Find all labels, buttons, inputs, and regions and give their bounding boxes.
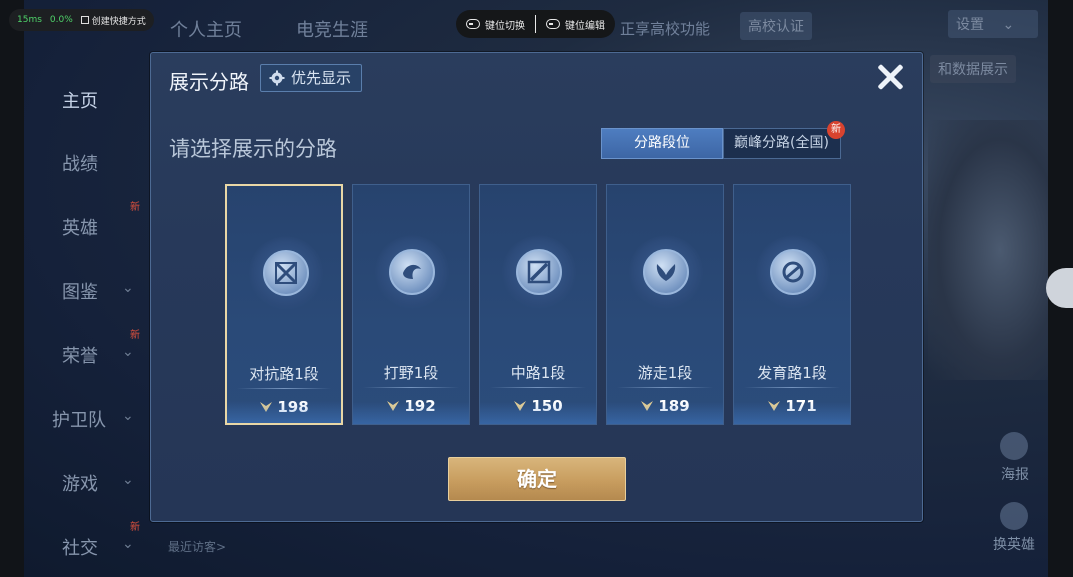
lane-card-farm[interactable]: 发育路1段 171 — [733, 184, 851, 425]
new-badge: 新 — [827, 121, 845, 139]
tab-peak-lane-label: 巅峰分路(全国) — [734, 135, 829, 151]
dialog-subtitle: 请选择展示的分路 — [169, 137, 337, 161]
shortcut-icon — [80, 16, 89, 24]
key-edit-button[interactable]: 键位编辑 — [546, 17, 605, 32]
lane-card-list: 对抗路1段 198 打野1段 192 中路1 — [225, 184, 851, 425]
key-switch-button[interactable]: 键位切换 — [466, 17, 525, 32]
tab-lane-rank[interactable]: 分路段位 — [601, 128, 723, 159]
poster-icon[interactable] — [1000, 432, 1028, 460]
side-item-record[interactable]: 战绩 — [62, 150, 98, 176]
card-label: 中路1段 — [510, 364, 566, 382]
side-item-gallery[interactable]: 图鉴 — [62, 278, 98, 304]
new-badge: 新 — [130, 522, 140, 533]
gamepad-icon — [466, 19, 480, 29]
swap-hero-icon[interactable] — [1000, 502, 1028, 530]
hero-artwork — [928, 120, 1048, 380]
lane-card-clash[interactable]: 对抗路1段 198 — [225, 184, 343, 425]
loss-percent: 0.0% — [49, 15, 73, 25]
side-item-heroes[interactable]: 英雄 — [62, 214, 98, 240]
lane-card-roam[interactable]: 游走1段 189 — [606, 184, 724, 425]
side-item-social[interactable]: 社交 — [62, 534, 98, 560]
tab-peak-lane[interactable]: 巅峰分路(全国) 新 — [723, 121, 845, 159]
divider — [363, 387, 459, 388]
divider — [535, 15, 536, 33]
farm-lane-icon — [756, 235, 830, 309]
settings-label: 设置 — [956, 17, 984, 33]
segment-control: 分路段位 巅峰分路(全国) 新 — [601, 121, 845, 159]
card-label: 对抗路1段 — [249, 365, 319, 383]
close-icon[interactable] — [874, 61, 906, 93]
priority-display-label: 优先显示 — [291, 69, 352, 87]
swap-hero-label: 换英雄 — [993, 537, 1035, 553]
chevron-down-icon: ⌄ — [122, 472, 134, 488]
lane-card-jungle[interactable]: 打野1段 192 — [352, 184, 470, 425]
priority-display-button[interactable]: 优先显示 — [260, 64, 363, 92]
performance-overlay: 15ms 0.0% 创建快捷方式 — [9, 9, 154, 31]
gear-icon — [269, 70, 285, 86]
card-label: 打野1段 — [383, 364, 439, 382]
dialog-title: 展示分路 — [169, 70, 249, 94]
settings-button[interactable]: 设置 ⌄ — [948, 10, 1038, 38]
chevron-down-icon: ⌄ — [1002, 17, 1015, 33]
data-display-button[interactable]: 和数据展示 — [930, 55, 1016, 83]
tab-esports-career[interactable]: 电竞生涯 — [296, 16, 368, 42]
shortcut-link[interactable]: 创建快捷方式 — [80, 14, 146, 27]
chevron-down-icon: ⌄ — [122, 344, 134, 360]
card-label: 发育路1段 — [757, 364, 827, 382]
confirm-button[interactable]: 确定 — [448, 457, 626, 501]
card-label: 游走1段 — [637, 364, 693, 382]
poster-label: 海报 — [1001, 467, 1029, 483]
mid-lane-icon — [502, 235, 576, 309]
key-mapping-bar: 键位切换 键位编辑 — [456, 10, 615, 38]
clash-lane-icon — [249, 236, 323, 310]
key-edit-label: 键位编辑 — [565, 20, 605, 32]
gamepad-icon — [546, 19, 560, 29]
new-badge: 新 — [130, 202, 140, 213]
new-badge: 新 — [130, 330, 140, 341]
lane-display-dialog: 展示分路 优先显示 请选择展示的分路 分路段位 巅峰分路(全国) 新 对抗路1段 — [150, 52, 923, 522]
roam-lane-icon — [629, 235, 703, 309]
campus-auth-button[interactable]: 高校认证 — [740, 12, 812, 40]
side-item-home[interactable]: 主页 — [62, 87, 98, 113]
recent-visitors-link[interactable]: 最近访客> — [168, 538, 226, 555]
side-item-honor[interactable]: 荣誉 — [62, 342, 98, 368]
shortcut-label: 创建快捷方式 — [91, 16, 146, 27]
lane-card-mid[interactable]: 中路1段 150 — [479, 184, 597, 425]
divider — [490, 387, 586, 388]
chevron-down-icon: ⌄ — [122, 536, 134, 552]
chevron-down-icon: ⌄ — [122, 280, 134, 296]
side-handle[interactable] — [1046, 268, 1073, 308]
side-item-game[interactable]: 游戏 — [62, 470, 98, 496]
divider — [237, 388, 331, 389]
chevron-down-icon: ⌄ — [122, 408, 134, 424]
latency-value: 15ms — [17, 15, 42, 25]
tab-personal-home[interactable]: 个人主页 — [170, 16, 242, 42]
divider — [617, 387, 713, 388]
campus-feature-text: 正享高校功能 — [620, 20, 711, 38]
divider — [744, 387, 840, 388]
jungle-lane-icon — [375, 235, 449, 309]
key-switch-label: 键位切换 — [485, 20, 525, 32]
side-item-guard-team[interactable]: 护卫队 — [52, 406, 106, 432]
